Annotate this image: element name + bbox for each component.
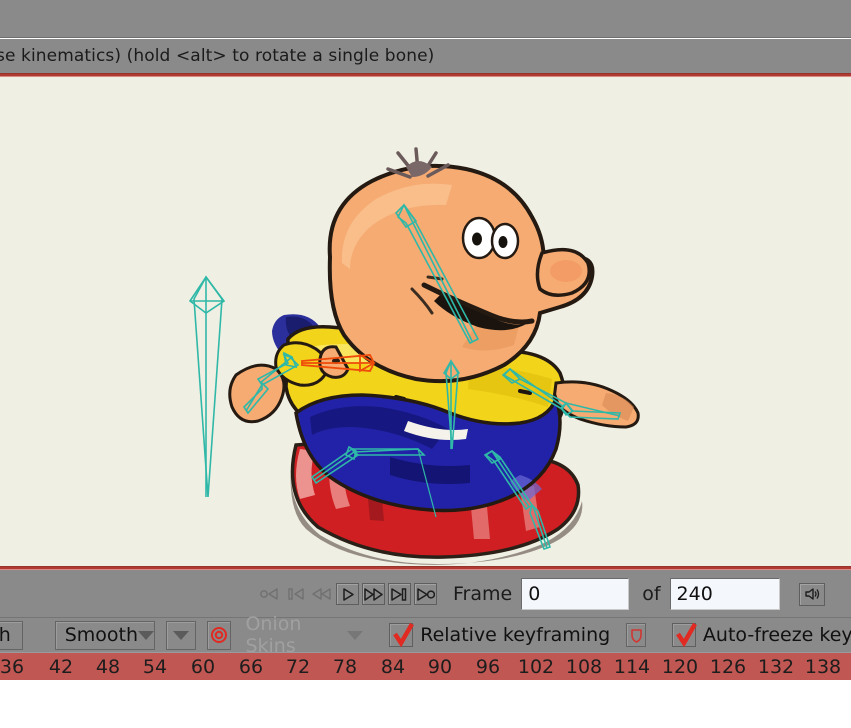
go-to-start-button[interactable] [284, 583, 307, 605]
sound-button[interactable] [798, 582, 825, 606]
total-frames-input[interactable]: 240 [669, 578, 780, 610]
timeline-ruler[interactable]: 36 42 48 54 60 66 72 78 84 90 96 102 108 114 120 126 132… [0, 652, 851, 680]
timeline-tick-label: 42 [48, 656, 74, 678]
play-backward-button[interactable] [310, 583, 333, 605]
interpolation-dropdown[interactable]: Smooth [54, 620, 155, 650]
chevron-down-icon [172, 630, 189, 640]
animation-app-window: se kinematics) (hold <alt> to rotate a s… [0, 0, 851, 728]
timeline-tick-label: 90 [427, 656, 453, 678]
auto-freeze-keys-checkbox[interactable] [671, 622, 697, 648]
frame-input[interactable]: 0 [521, 578, 630, 610]
play-button[interactable] [336, 583, 359, 605]
status-hint-text: se kinematics) (hold <alt> to rotate a s… [0, 46, 435, 66]
loop-start-button[interactable] [258, 583, 281, 605]
keyframe-marker-button[interactable] [626, 623, 646, 647]
timeline-tick-label: 114 [613, 656, 651, 678]
play-loop-button[interactable] [414, 583, 437, 605]
keyframe-options-toolbar: aph Smooth Onion Skins [0, 613, 851, 657]
go-to-end-button[interactable] [388, 583, 411, 605]
graph-button-label: aph [0, 624, 11, 646]
timeline-tick-label: 54 [142, 656, 168, 678]
checkmark-icon [393, 622, 415, 648]
record-circle-icon [211, 627, 228, 643]
speaker-icon [804, 588, 819, 600]
frame-label: Frame [453, 583, 513, 605]
timeline-tick-label: 138 [804, 656, 842, 678]
timeline-tick-label: 66 [238, 656, 264, 678]
chevron-down-icon [347, 630, 364, 640]
auto-freeze-keys-group[interactable]: Auto-freeze keys [671, 622, 851, 648]
auto-freeze-keys-label: Auto-freeze keys [702, 624, 851, 646]
relative-keyframing-label: Relative keyframing [420, 624, 611, 646]
frame-input-value: 0 [528, 583, 541, 605]
shield-icon [630, 628, 642, 643]
timeline-tick-label: 72 [285, 656, 311, 678]
timeline-tick-label: 36 [0, 656, 25, 678]
onion-skin-record-button[interactable] [206, 620, 232, 650]
timeline-tick-label: 126 [709, 656, 747, 678]
interpolation-value: Smooth [64, 624, 139, 646]
status-hint-bar: se kinematics) (hold <alt> to rotate a s… [0, 39, 851, 73]
timeline-tick-label: 60 [190, 656, 216, 678]
timeline-tick-label: 102 [517, 656, 555, 678]
timeline-tick-label: 108 [565, 656, 603, 678]
relative-keyframing-group[interactable]: Relative keyframing [389, 622, 611, 648]
timeline-tick-label: 48 [95, 656, 121, 678]
timeline-tick-label: 84 [380, 656, 406, 678]
timeline-tick-label: 120 [661, 656, 699, 678]
timeline-tick-label: 132 [757, 656, 795, 678]
onion-skins-label: Onion Skins [245, 613, 302, 657]
timeline-tick-label: 78 [332, 656, 358, 678]
checkmark-icon [676, 622, 697, 648]
graph-button[interactable]: aph [0, 620, 23, 650]
animation-canvas[interactable] [0, 77, 851, 566]
playback-toolbar: Frame 0 of 240 [0, 570, 851, 618]
interpolation-extra-dropdown[interactable] [165, 620, 196, 650]
onion-skins-control[interactable]: Onion Skins [245, 613, 364, 657]
relative-keyframing-checkbox[interactable] [389, 622, 415, 648]
bone-root-ik [188, 275, 226, 498]
timeline-tick-label: 96 [475, 656, 501, 678]
total-frames-value: 240 [676, 583, 713, 605]
chevron-down-icon [138, 630, 155, 640]
timeline-track-area[interactable] [0, 680, 851, 728]
fast-forward-button[interactable] [362, 583, 385, 605]
of-label: of [642, 583, 661, 605]
top-toolbar-strip [0, 0, 851, 38]
